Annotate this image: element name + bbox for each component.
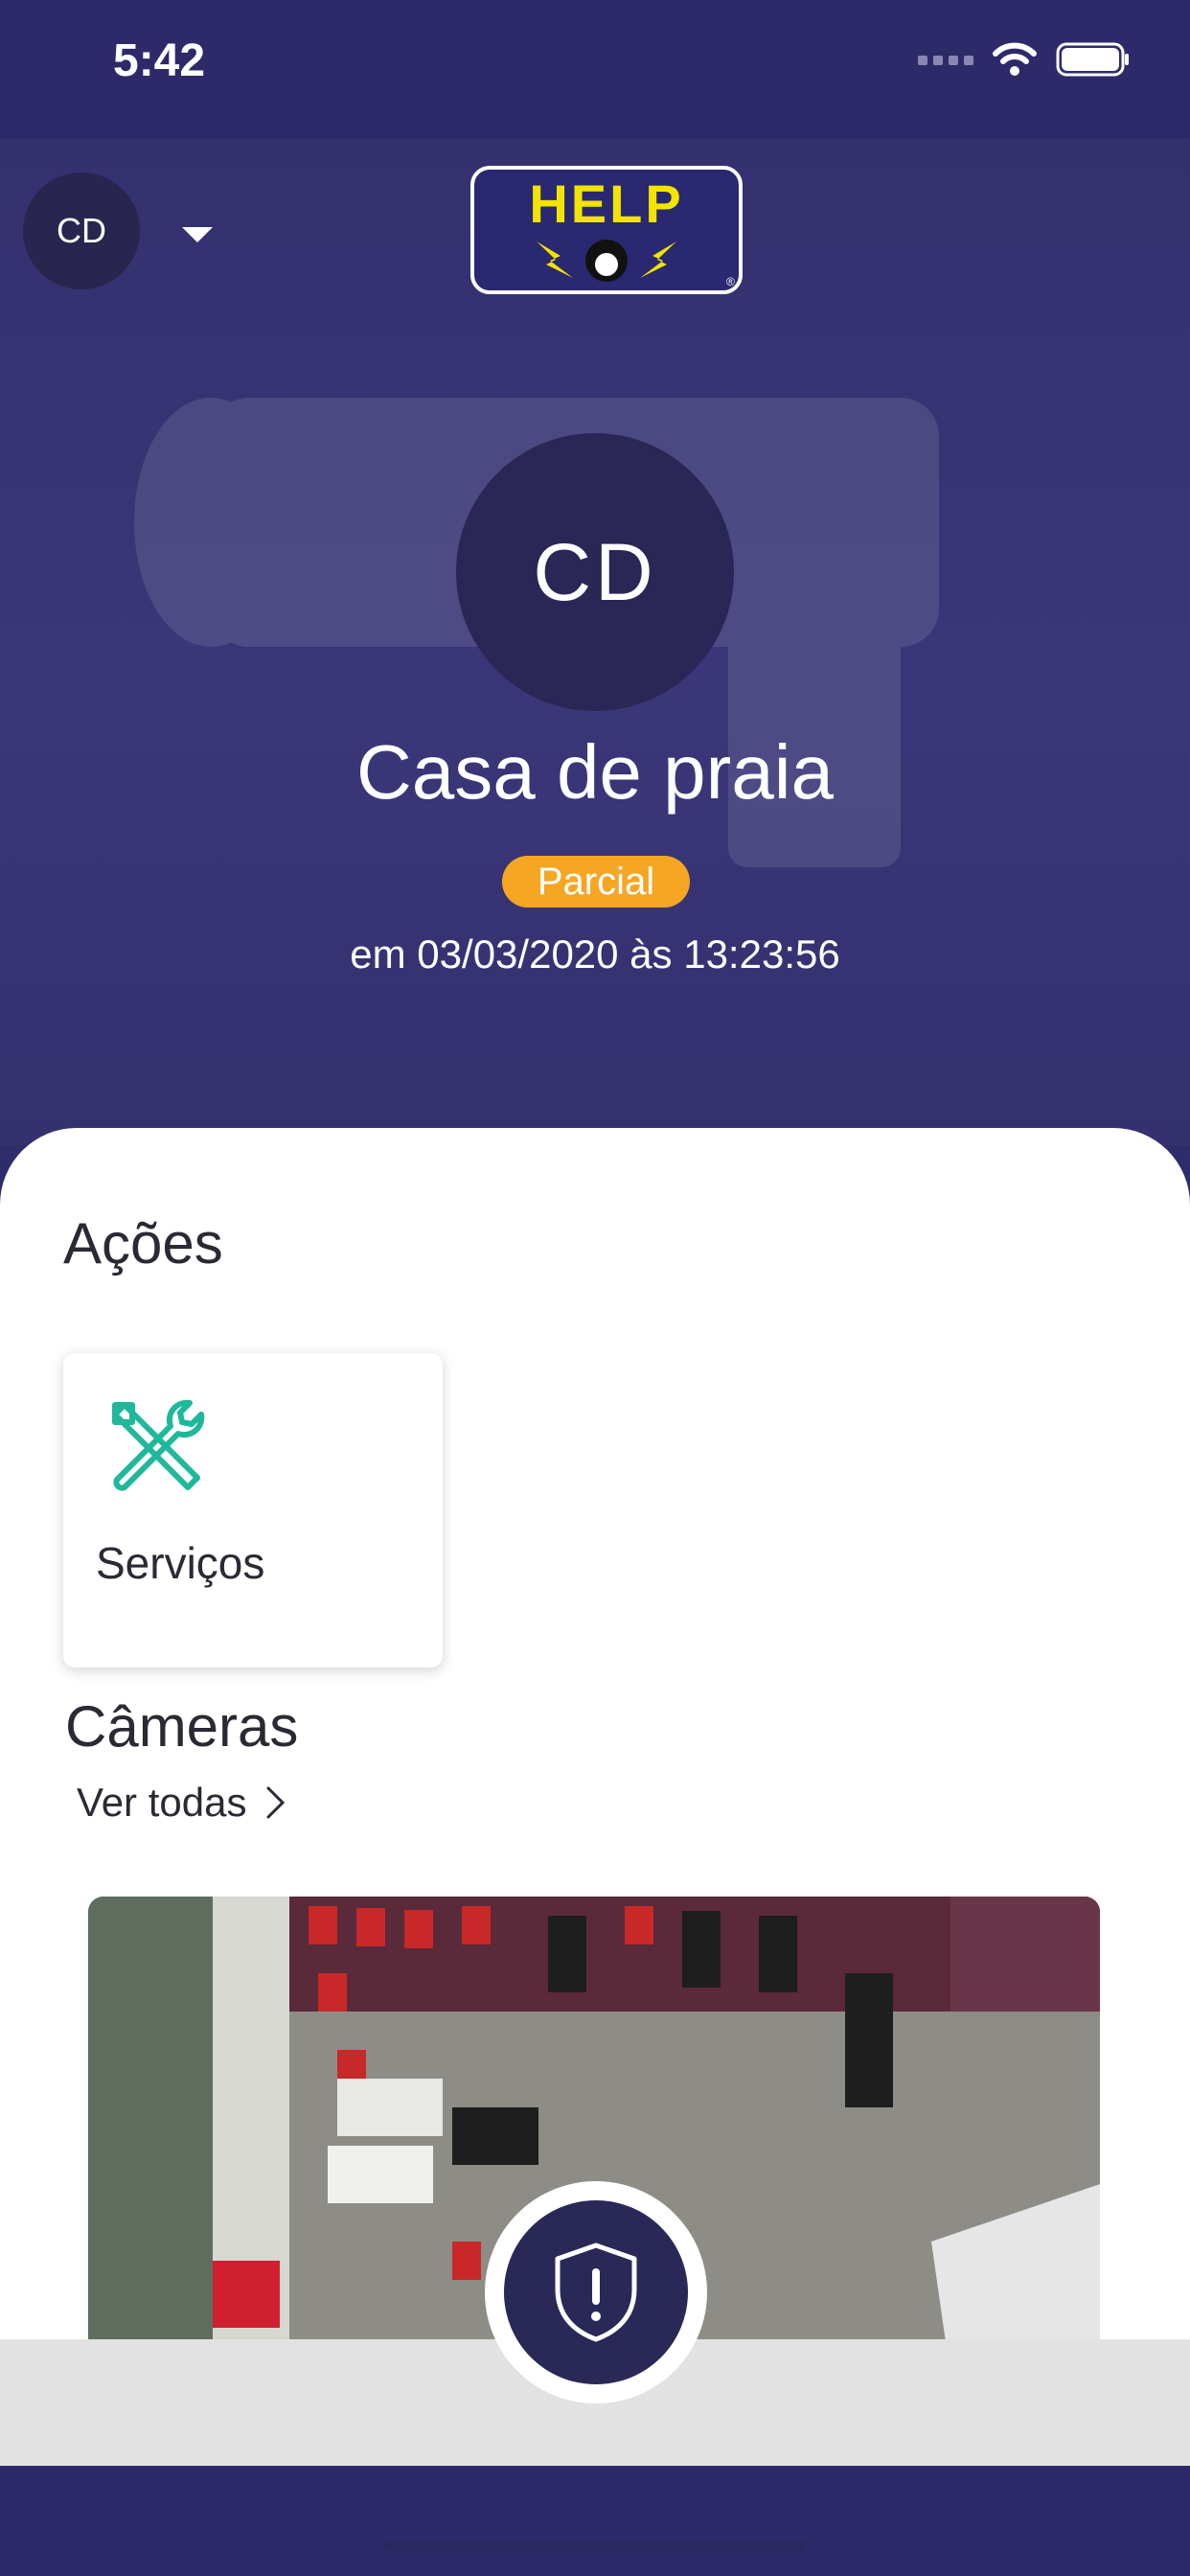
chevron-right-icon bbox=[266, 1786, 286, 1819]
content-sheet: Ações Serviços Câmeras Ver todas bbox=[0, 1128, 1190, 2345]
battery-icon bbox=[1056, 42, 1129, 77]
status-time: 5:42 bbox=[113, 35, 206, 86]
panic-button[interactable] bbox=[485, 2181, 707, 2404]
status-bar: 5:42 bbox=[0, 0, 1190, 139]
place-avatar: CD bbox=[456, 433, 734, 711]
status-badge: Parcial bbox=[502, 856, 690, 908]
place-name: Casa de praia bbox=[355, 729, 835, 815]
status-icons bbox=[918, 42, 1131, 77]
status-updated-time: em 03/03/2020 às 13:23:56 bbox=[350, 932, 840, 977]
help-logo: HELP ® bbox=[470, 166, 743, 294]
chevron-down-icon bbox=[182, 227, 213, 242]
account-switcher[interactable]: CD bbox=[23, 172, 213, 289]
services-action-card[interactable]: Serviços bbox=[63, 1353, 443, 1668]
see-all-cameras-link[interactable]: Ver todas bbox=[77, 1780, 286, 1826]
shield-alert-icon bbox=[555, 2242, 637, 2342]
account-avatar: CD bbox=[23, 172, 140, 289]
see-all-label: Ver todas bbox=[77, 1780, 247, 1825]
tools-icon bbox=[112, 1399, 205, 1491]
signal-icon bbox=[918, 56, 973, 65]
services-label: Serviços bbox=[96, 1538, 265, 1588]
panic-button-inner bbox=[504, 2200, 688, 2384]
home-indicator bbox=[383, 2540, 807, 2551]
home-indicator-area bbox=[0, 2466, 1190, 2576]
wifi-icon bbox=[993, 42, 1037, 76]
svg-text:HELP: HELP bbox=[529, 173, 683, 234]
svg-text:®: ® bbox=[726, 275, 735, 288]
cameras-title: Câmeras bbox=[65, 1694, 299, 1759]
actions-title: Ações bbox=[63, 1211, 223, 1276]
